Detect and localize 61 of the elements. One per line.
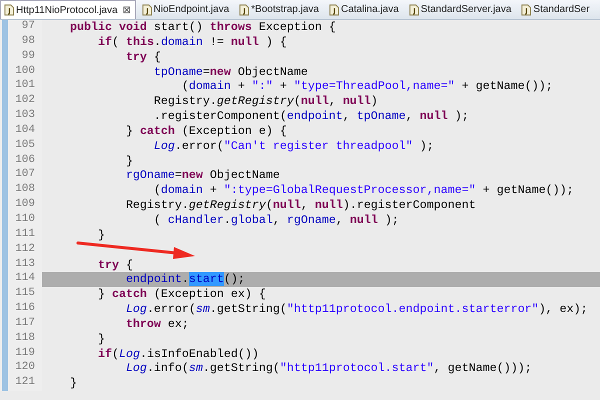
code-line: (domain + ":type=GlobalRequestProcessor,name=" + getName()); [152,183,575,198]
code-line: Log.info(sm.getString("http11protocol.start", getName())); [124,361,533,376]
line-number: 119 [14,346,35,361]
code-line: Registry.getRegistry(null, null).registerComponent [124,198,477,213]
code-line: try { [124,50,162,65]
java-file-icon [328,4,339,16]
line-number: 120 [14,361,35,376]
code-line: tpOname=new ObjectName [152,64,309,80]
line-number: 108 [14,183,35,198]
java-file-icon [408,4,419,16]
java-file-icon [4,4,14,16]
line-number: 107 [14,168,35,182]
line-number: 100 [14,64,35,79]
editor-tab[interactable]: Http11NioProtocol.java ⊠ [0,0,136,19]
code-line: public void start() throws Exception { [68,20,337,35]
code-line: Log.error("Can't register threadpool" ); [152,138,435,154]
line-number: 99 [20,50,35,64]
line-number: 111 [14,228,35,242]
line-number: 121 [14,376,35,390]
editor-tab[interactable]: StandardServer.java [406,0,516,19]
line-number: 115 [14,287,35,302]
java-file-icon [142,4,152,16]
code-line: } catch (Exception ex) { [96,287,267,302]
code-line: } [68,376,78,392]
line-number: 106 [14,154,35,168]
editor-tab[interactable]: NioEndpoint.java [138,0,234,19]
line-number: 114 [14,272,35,286]
line-number: 105 [14,138,35,153]
code-line: } [96,332,106,347]
code-line: throw ex; [124,316,190,332]
code-line: (domain + ":" + "type=ThreadPool,name=" + getName()); [180,79,554,94]
code-line: if( this.domain != null ) { [96,34,288,50]
code-line: ( cHandler.global, rgOname, null ); [152,212,400,228]
line-number: 112 [14,242,35,257]
code-line: } [124,154,134,168]
code-line: } [96,228,106,243]
code-line: Log.error(sm.getString("http11protocol.endpoint.starterror"), ex); [124,302,589,317]
line-number: 110 [14,212,35,227]
editor-tab[interactable]: Catalina.java [326,0,403,19]
line-number: 97 [20,20,35,34]
editor-tab[interactable]: StandardSer [518,0,594,19]
line-number: 98 [20,34,35,49]
line-number: 102 [14,94,35,108]
code-line: try { [96,258,134,272]
line-number: 101 [14,79,35,94]
editor-tab[interactable]: *Bootstrap.java [236,0,323,19]
line-number: 103 [14,109,35,124]
code-line: if(Log.isInfoEnabled()) [96,346,260,362]
line-number: 117 [14,316,35,331]
line-number: 109 [14,198,35,212]
line-number: 113 [14,258,35,272]
java-file-icon [239,4,250,16]
line-number: 116 [14,302,35,316]
line-number: 104 [14,124,35,138]
code-line: Registry.getRegistry(null, null) [152,94,379,110]
line-number: 118 [14,332,35,346]
code-line: .registerComponent(endpoint, tpOname, null ); [152,109,470,124]
code-line: } catch (Exception e) { [124,124,288,139]
code-line: rgOname=new ObjectName [124,168,281,184]
close-tab-icon[interactable]: ⊠ [122,4,131,16]
java-file-icon [521,4,532,16]
